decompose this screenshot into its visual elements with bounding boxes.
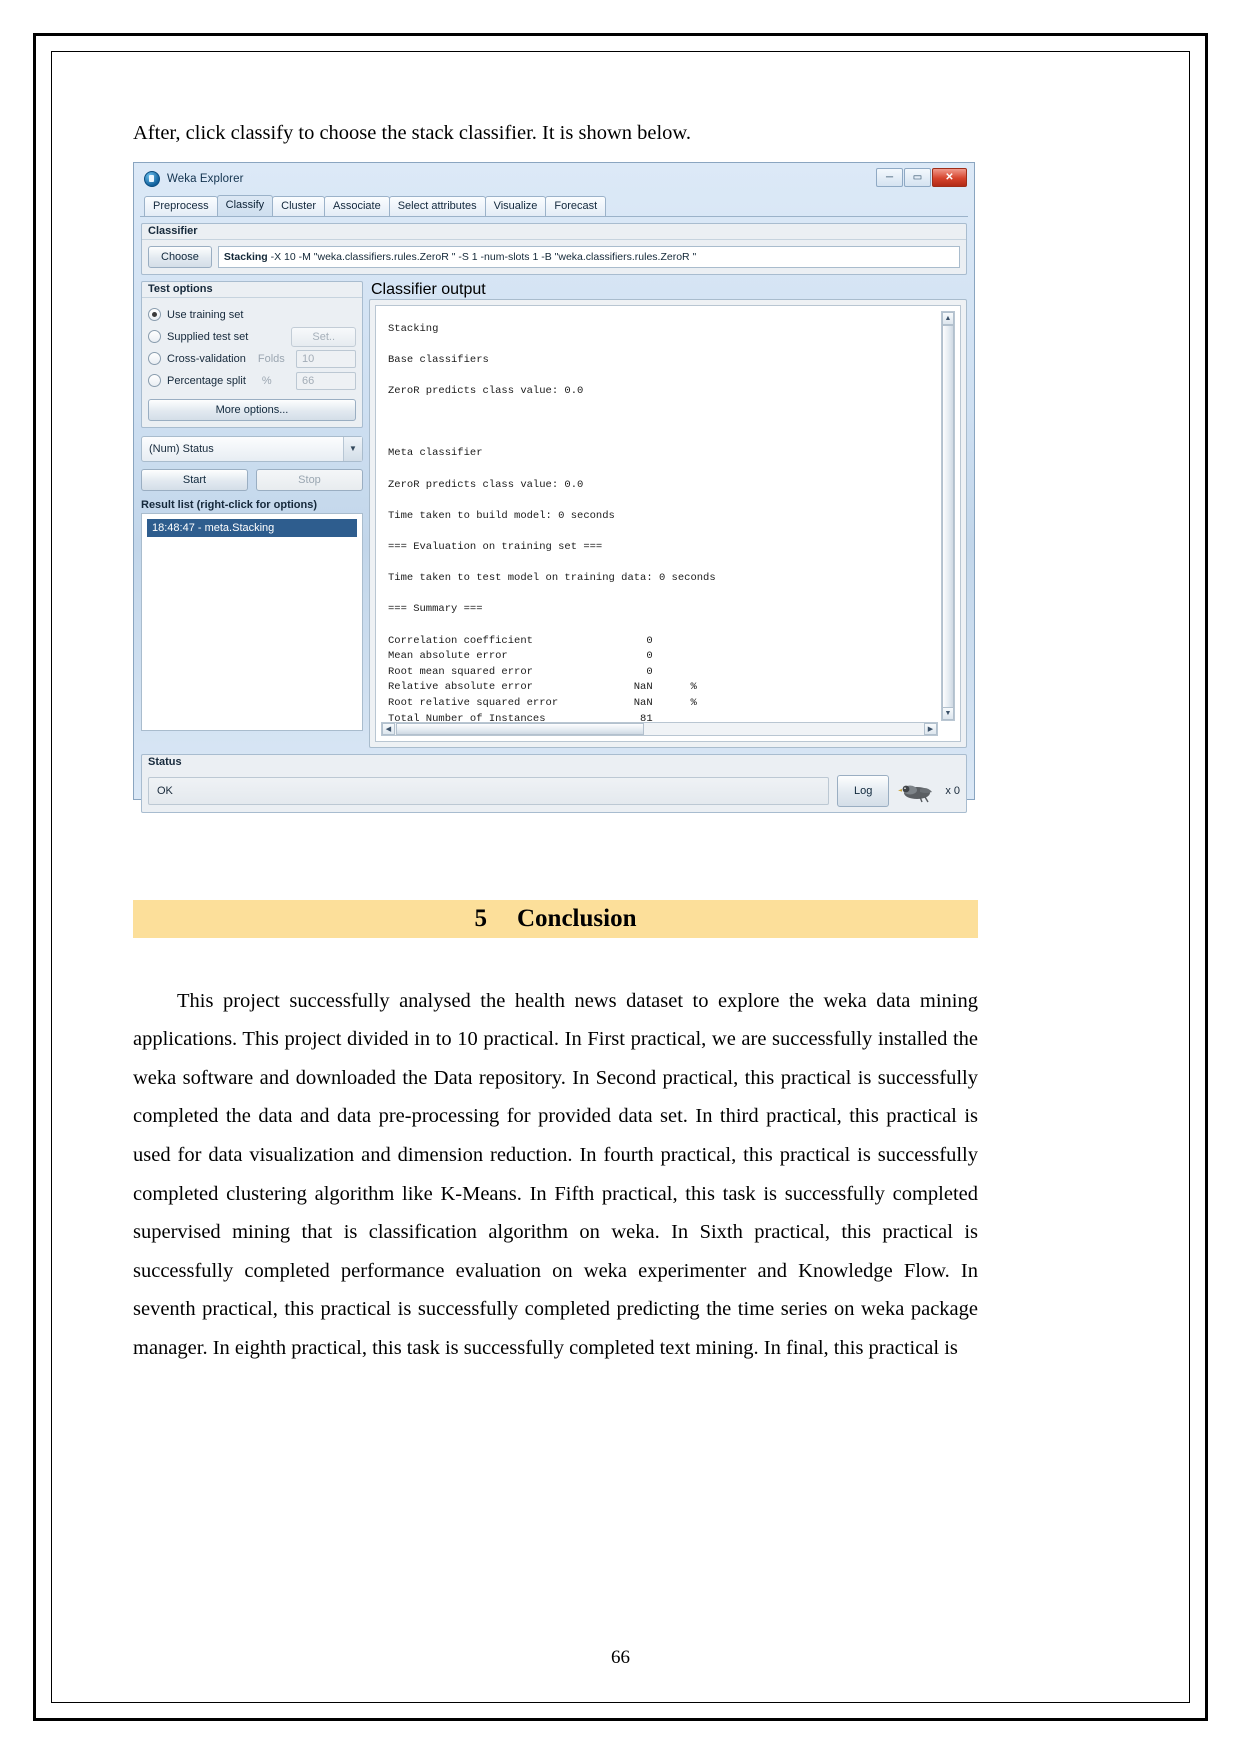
scroll-left-icon[interactable]: ◀ <box>382 722 395 735</box>
weka-explorer-window: Weka Explorer ─ ▭ ✕ Preprocess Classify … <box>133 161 975 813</box>
folds-label: Folds <box>257 352 285 365</box>
percentage-input[interactable]: 66 <box>296 371 356 390</box>
scroll-up-icon[interactable]: ▲ <box>942 311 954 325</box>
horizontal-scroll-thumb[interactable] <box>396 722 644 735</box>
section-title: Conclusion <box>517 904 637 932</box>
classifier-command-line[interactable]: Stacking -X 10 -M "weka.classifiers.rule… <box>217 245 960 268</box>
tab-select-attributes[interactable]: Select attributes <box>388 195 486 216</box>
window-titlebar: Weka Explorer ─ ▭ ✕ <box>138 167 970 192</box>
scroll-down-icon[interactable]: ▼ <box>942 706 954 720</box>
option-use-training-set[interactable]: Use training set <box>148 304 356 326</box>
test-options-body: Use training set Supplied test set Set..… <box>142 296 362 427</box>
choose-button[interactable]: Choose <box>148 245 212 268</box>
explorer-tab-strip: Preprocess Classify Cluster Associate Se… <box>140 194 968 217</box>
section-heading-bar: 5 Conclusion <box>133 899 978 938</box>
status-message: OK <box>148 776 829 805</box>
status-row: OK Log x 0 <box>142 770 966 812</box>
window-title: Weka Explorer <box>167 173 244 186</box>
output-vertical-scrollbar[interactable]: ▲ ▼ <box>941 310 955 721</box>
radio-supplied-test-set-icon[interactable] <box>148 330 161 344</box>
log-button[interactable]: Log <box>836 774 890 807</box>
start-button[interactable]: Start <box>141 468 248 491</box>
maximize-button[interactable]: ▭ <box>904 167 931 187</box>
class-attribute-combo[interactable]: (Num) Status ▼ <box>141 435 363 462</box>
option-percentage-split[interactable]: Percentage split % 66 <box>148 370 356 392</box>
option-label: Use training set <box>167 308 244 321</box>
option-label: Supplied test set <box>167 330 249 343</box>
option-cross-validation[interactable]: Cross-validation Folds 10 <box>148 348 356 370</box>
conclusion-paragraph: This project successfully analysed the h… <box>133 989 978 1360</box>
option-label: Cross-validation <box>167 352 246 365</box>
percent-label: % <box>261 374 272 387</box>
classifier-group-body: Choose Stacking -X 10 -M "weka.classifie… <box>142 238 966 274</box>
classifier-scheme-options: -X 10 -M "weka.classifiers.rules.ZeroR "… <box>267 250 697 263</box>
close-button[interactable]: ✕ <box>932 167 967 187</box>
set-button[interactable]: Set.. <box>291 326 356 347</box>
right-column: Classifier output Stacking Base classifi… <box>369 281 967 748</box>
chevron-down-icon[interactable]: ▼ <box>343 436 362 461</box>
tab-visualize[interactable]: Visualize <box>484 195 547 216</box>
option-label: Percentage split <box>167 374 246 387</box>
test-options-group: Test options Use training set Supplied t… <box>141 280 363 428</box>
classify-main-split: Test options Use training set Supplied t… <box>141 280 967 748</box>
document-page: After, click classify to choose the stac… <box>0 0 1241 1754</box>
page-number: 66 <box>611 1647 630 1668</box>
tab-cluster[interactable]: Cluster <box>272 195 325 216</box>
classifier-scheme-name: Stacking <box>223 250 268 263</box>
status-group-label: Status <box>148 755 182 768</box>
more-options-button[interactable]: More options... <box>148 398 356 421</box>
class-attribute-value: (Num) Status <box>149 442 214 455</box>
weka-app-icon <box>144 171 160 188</box>
output-horizontal-scrollbar[interactable]: ◀ ▶ <box>381 721 938 736</box>
test-options-label: Test options <box>148 282 213 295</box>
intro-paragraph: After, click classify to choose the stac… <box>133 122 692 144</box>
classifier-group: Classifier Choose Stacking -X 10 -M "wek… <box>141 222 967 275</box>
tab-preprocess[interactable]: Preprocess <box>144 195 218 216</box>
weka-bird-icon <box>897 778 937 804</box>
scroll-right-icon[interactable]: ▶ <box>924 722 937 735</box>
classifier-output-box: Stacking Base classifiers ZeroR predicts… <box>369 298 967 748</box>
left-column: Test options Use training set Supplied t… <box>141 280 363 748</box>
classifier-group-label: Classifier <box>148 224 198 237</box>
result-list[interactable]: 18:48:47 - meta.Stacking <box>141 512 363 731</box>
task-count-label: x 0 <box>945 784 960 797</box>
page-content: After, click classify to choose the stac… <box>133 120 978 1388</box>
tab-associate[interactable]: Associate <box>324 195 390 216</box>
vertical-scroll-thumb[interactable] <box>942 324 954 717</box>
classifier-selection-row: Choose Stacking -X 10 -M "weka.classifie… <box>148 245 960 268</box>
classifier-output-label: Classifier output <box>371 280 486 298</box>
result-list-label: Result list (right-click for options) <box>141 498 318 511</box>
minimize-button[interactable]: ─ <box>876 167 903 187</box>
classifier-output-pane[interactable]: Stacking Base classifiers ZeroR predicts… <box>375 304 961 742</box>
section-number: 5 <box>474 904 488 932</box>
tab-forecast[interactable]: Forecast <box>545 195 607 216</box>
radio-cross-validation-icon[interactable] <box>148 352 161 366</box>
start-stop-row: Start Stop <box>141 468 363 491</box>
radio-use-training-set-icon[interactable] <box>148 308 161 322</box>
radio-percentage-split-icon[interactable] <box>148 374 161 388</box>
status-group: Status OK Log x 0 <box>141 753 967 813</box>
tab-classify[interactable]: Classify <box>216 194 274 216</box>
folds-input[interactable]: 10 <box>296 349 356 368</box>
list-item[interactable]: 18:48:47 - meta.Stacking <box>147 518 357 537</box>
option-supplied-test-set[interactable]: Supplied test set Set.. <box>148 326 356 348</box>
window-controls: ─ ▭ ✕ <box>876 167 967 187</box>
classifier-output-text: Stacking Base classifiers ZeroR predicts… <box>388 322 716 725</box>
stop-button: Stop <box>256 468 363 491</box>
